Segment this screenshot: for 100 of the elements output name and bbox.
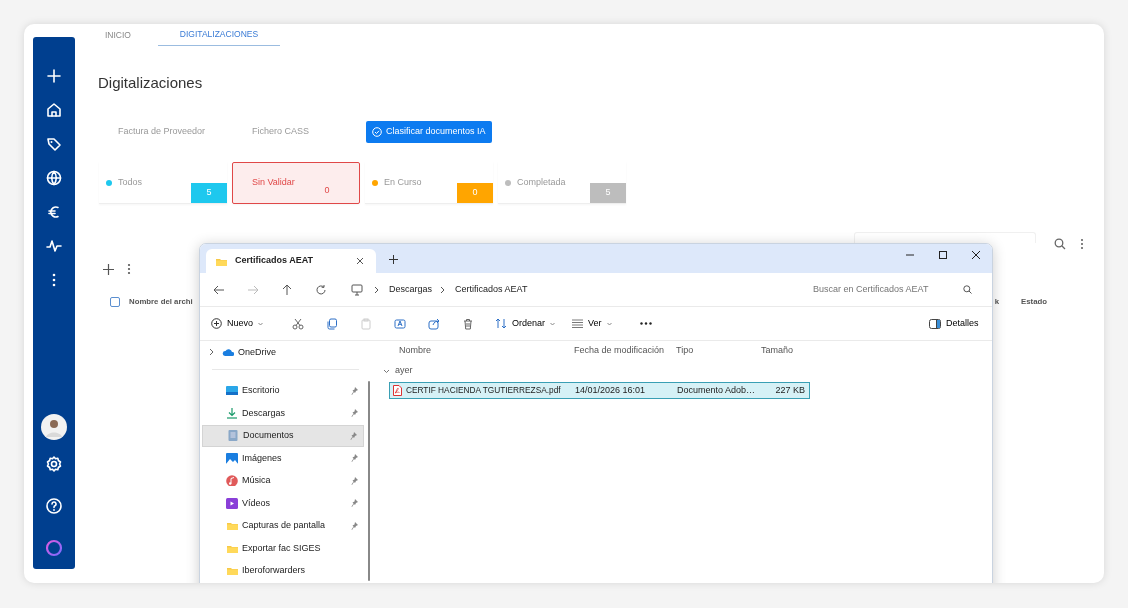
close-icon[interactable] [356, 257, 364, 265]
documents-icon [227, 430, 239, 442]
status-count: 5 [590, 183, 626, 203]
scrollbar[interactable] [368, 381, 370, 581]
nav-item[interactable]: Documentos [202, 424, 364, 447]
nav-item[interactable]: Capturas de pantalla [202, 514, 364, 537]
sort-icon [495, 318, 507, 329]
search-field[interactable]: Buscar en Certificados AEAT [811, 281, 951, 298]
help-icon[interactable] [45, 497, 63, 515]
chevron-icon [440, 285, 446, 294]
page-title: Digitalizaciones [98, 73, 204, 93]
copy-icon[interactable] [326, 317, 338, 330]
file-name: CERTIF HACIENDA TGUTIERREZSA.pdf [406, 384, 561, 397]
status-card[interactable]: Sin Validar 0 [232, 162, 360, 204]
folder-icon [226, 520, 238, 532]
nav-label: Capturas de pantalla [242, 519, 326, 532]
cut-icon[interactable] [292, 317, 304, 330]
cloud-icon [222, 346, 234, 358]
more-icon[interactable] [640, 322, 652, 325]
chevron-icon [374, 285, 379, 294]
back-icon[interactable] [213, 283, 225, 296]
chevron-icon [383, 368, 390, 374]
delete-icon[interactable] [462, 317, 474, 330]
download-icon [226, 407, 238, 419]
column-header[interactable]: Tamaño [761, 343, 821, 358]
nav-label: Iberoforwarders [242, 564, 306, 577]
checkbox[interactable] [110, 297, 120, 307]
videos-icon [226, 497, 238, 509]
details-button[interactable]: Detalles [929, 316, 989, 331]
settings-icon[interactable] [45, 455, 63, 473]
folder-icon [226, 565, 238, 577]
nav-item[interactable]: OneDrive [202, 341, 364, 364]
nav-item[interactable]: Exportar fac SIGES [202, 537, 364, 560]
nav-label: Escritorio [242, 384, 280, 397]
nav-label: Documentos [243, 429, 294, 442]
nav-item[interactable]: Descargas [202, 402, 364, 425]
search-icon[interactable] [1054, 238, 1066, 250]
caret-icon [258, 321, 263, 326]
pdf-file-icon [393, 385, 402, 396]
nav-item[interactable]: Música [202, 469, 364, 492]
nav-label: Exportar fac SIGES [242, 541, 321, 555]
column-header[interactable]: Nombre [399, 343, 574, 358]
close-icon[interactable] [970, 250, 981, 260]
caret-icon [606, 321, 612, 326]
nav-label: OneDrive [238, 345, 276, 359]
activity-icon[interactable] [45, 237, 63, 255]
tab[interactable]: INICIO [105, 24, 131, 46]
status-count: 5 [191, 183, 227, 203]
pictures-icon [226, 452, 238, 464]
nav-label: Música [242, 474, 271, 487]
nav-item[interactable]: Imágenes [202, 447, 364, 470]
check-circle-icon [372, 127, 382, 137]
new-button[interactable]: Nuevo [211, 316, 292, 331]
details-pane-icon [929, 318, 941, 329]
add-icon[interactable] [45, 67, 63, 85]
file-size: 227 KB [775, 383, 805, 397]
up-icon[interactable] [281, 283, 293, 296]
status-label: Completada [517, 175, 566, 189]
nav-item[interactable]: Iberoforwarders [202, 559, 364, 582]
rename-icon[interactable] [394, 317, 406, 330]
assistant-icon[interactable] [45, 539, 63, 557]
globe-icon[interactable] [45, 169, 63, 187]
subtab[interactable]: Clasificar documentos IA [366, 121, 492, 143]
nav-item[interactable]: Escritorio [202, 379, 364, 402]
column-header[interactable]: Tipo [676, 343, 761, 358]
add-icon[interactable] [389, 255, 398, 264]
desktop-icon [226, 385, 238, 397]
refresh-icon[interactable] [315, 283, 327, 296]
status-count: 0 [323, 184, 331, 198]
group-header[interactable]: ayer [371, 360, 992, 382]
file-row[interactable]: CERTIF HACIENDA TGUTIERREZSA.pdf 14/01/2026 16:01 Documento Adob… 227 KB [389, 382, 810, 399]
breadcrumb-item[interactable]: Certificados AEAT [455, 282, 528, 297]
music-icon [226, 475, 238, 487]
list-icon [572, 319, 583, 328]
status-label: Todos [118, 175, 143, 189]
column-header[interactable]: Fecha de modificación [574, 343, 676, 358]
monitor-icon[interactable] [351, 283, 363, 296]
nav-label: Imágenes [242, 451, 282, 465]
window-tab[interactable]: Certificados AEAT [206, 249, 376, 273]
add-icon[interactable] [103, 263, 114, 275]
file-type: Documento Adob… [677, 383, 757, 397]
nav-item[interactable]: Vídeos [202, 492, 364, 515]
sort-button[interactable]: Ordenar [495, 316, 572, 331]
breadcrumb-item[interactable]: Descargas [389, 282, 433, 297]
home-icon[interactable] [45, 101, 63, 119]
tag-icon[interactable] [45, 135, 63, 153]
tab-title: Certificados AEAT [235, 254, 313, 268]
nav-label: Vídeos [242, 496, 271, 510]
chevron-icon[interactable] [209, 348, 214, 357]
nav-label: Descargas [242, 406, 286, 420]
caret-icon [550, 321, 556, 326]
status-count: 0 [457, 183, 493, 203]
tab[interactable]: DIGITALIZACIONES [158, 24, 280, 46]
status-label: Sin Validar [252, 176, 295, 190]
file-date: 14/01/2026 16:01 [575, 383, 647, 397]
view-button[interactable]: Ver [572, 316, 640, 331]
search-icon [963, 285, 972, 294]
maximize-icon[interactable] [937, 250, 948, 260]
avatar[interactable] [41, 414, 67, 440]
share-icon[interactable] [428, 317, 440, 330]
